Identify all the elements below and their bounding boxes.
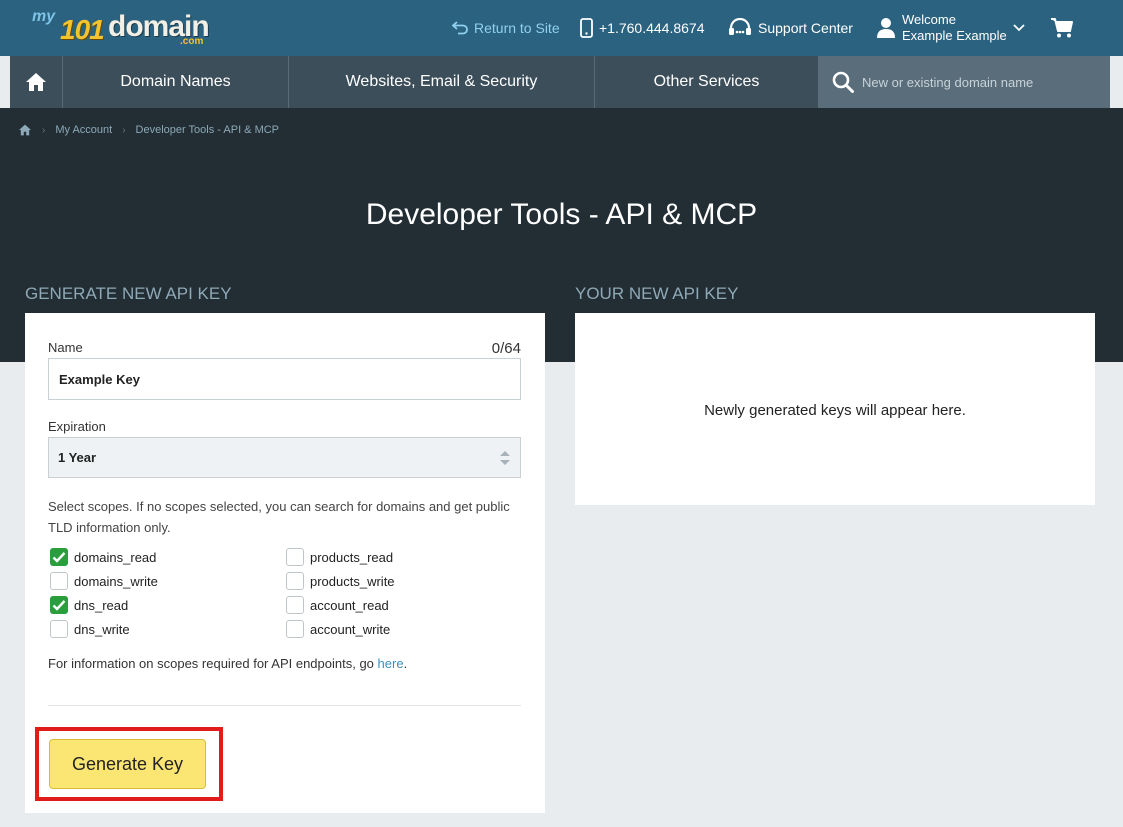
user-name: Example Example	[902, 28, 1007, 43]
return-to-site-label: Return to Site	[474, 20, 560, 36]
checkbox-checked[interactable]	[50, 596, 68, 614]
scopes-description: Select scopes. If no scopes selected, yo…	[48, 499, 510, 535]
cart-icon	[1051, 18, 1073, 38]
breadcrumb-current[interactable]: Developer Tools - API & MCP	[136, 124, 279, 136]
expiration-value: 1 Year	[58, 450, 97, 465]
nav-domain-names[interactable]: Domain Names	[63, 56, 289, 108]
checkbox[interactable]	[286, 596, 304, 614]
check-icon	[52, 600, 66, 611]
scope-label: account_read	[310, 597, 389, 613]
scope-label: account_write	[310, 621, 391, 637]
nav-other-services[interactable]: Other Services	[595, 56, 818, 108]
my101domain-logo[interactable]: my 101 domain .com	[30, 8, 215, 47]
domain-search-input[interactable]	[862, 74, 1092, 90]
check-icon	[52, 552, 66, 563]
empty-keys-message: Newly generated keys will appear here.	[704, 402, 966, 419]
phone-number: +1.760.444.8674	[599, 20, 705, 36]
name-input[interactable]: Example Key	[48, 358, 521, 400]
name-label: Name	[48, 340, 83, 355]
phone-icon	[580, 18, 593, 38]
home-icon[interactable]	[18, 124, 32, 136]
logo-my: my	[32, 8, 56, 25]
checkbox[interactable]	[50, 620, 68, 638]
scope-label: dns_write	[74, 621, 130, 637]
return-arrow-icon	[452, 21, 468, 35]
expiration-label: Expiration	[48, 419, 106, 434]
scope-domains-read[interactable]: domains_read	[50, 548, 156, 566]
cart-button[interactable]	[1050, 0, 1080, 56]
support-center-link[interactable]: Support Center	[728, 0, 853, 56]
new-key-heading: YOUR NEW API KEY	[575, 284, 739, 303]
checkbox[interactable]	[286, 548, 304, 566]
scope-dns-read[interactable]: dns_read	[50, 596, 128, 614]
domain-search	[818, 56, 1110, 108]
scope-products-read[interactable]: products_read	[286, 548, 393, 566]
scope-label: dns_read	[74, 597, 129, 613]
search-icon[interactable]	[832, 71, 854, 93]
main-nav: Domain Names Websites, Email & Security …	[10, 56, 1110, 108]
scope-label: domains_read	[74, 549, 157, 565]
name-char-counter: 0/64	[491, 340, 521, 357]
expiration-select[interactable]: 1 Year	[48, 437, 521, 478]
welcome-text: Welcome Example Example	[902, 12, 1007, 44]
return-to-site-link[interactable]: Return to Site	[452, 0, 560, 56]
scope-domains-write[interactable]: domains_write	[50, 572, 158, 590]
logo-com: .com	[180, 36, 204, 47]
nav-websites-email-security[interactable]: Websites, Email & Security	[289, 56, 595, 108]
scopes-info-suffix: .	[403, 656, 408, 671]
logo-101: 101	[60, 14, 105, 45]
new-key-panel: Newly generated keys will appear here.	[575, 313, 1095, 505]
highlight-box	[35, 727, 223, 801]
breadcrumb-my-account[interactable]: My Account	[55, 124, 112, 136]
checkbox-checked[interactable]	[50, 548, 68, 566]
select-arrows-icon	[500, 451, 510, 465]
scope-products-write[interactable]: products_write	[286, 572, 395, 590]
scopes-info: For information on scopes required for A…	[48, 656, 407, 671]
divider	[48, 705, 521, 706]
chevron-right-icon: ›	[42, 124, 46, 136]
scope-label: products_write	[310, 573, 395, 589]
phone-link[interactable]: +1.760.444.8674	[580, 0, 705, 56]
user-icon	[877, 18, 895, 38]
home-icon	[26, 73, 46, 91]
support-center-label: Support Center	[758, 20, 853, 36]
scopes-info-text: For information on scopes required for A…	[48, 656, 378, 671]
checkbox[interactable]	[286, 620, 304, 638]
scope-label: products_read	[310, 549, 394, 565]
chevron-down-icon	[1013, 24, 1025, 32]
welcome-line: Welcome	[902, 12, 956, 27]
name-input-value: Example Key	[59, 371, 140, 387]
top-bar: my 101 domain .com Return to Site +1.760…	[0, 0, 1123, 56]
checkbox[interactable]	[50, 572, 68, 590]
breadcrumb: › My Account › Developer Tools - API & M…	[18, 124, 279, 136]
page-title: Developer Tools - API & MCP	[365, 198, 758, 231]
checkbox[interactable]	[286, 572, 304, 590]
chevron-right-icon: ›	[122, 124, 126, 136]
scopes-info-link[interactable]: here	[378, 656, 404, 671]
scope-account-read[interactable]: account_read	[286, 596, 389, 614]
scope-label: domains_write	[74, 573, 158, 589]
scope-dns-write[interactable]: dns_write	[50, 620, 130, 638]
nav-home[interactable]	[10, 56, 63, 108]
generate-key-heading: GENERATE NEW API KEY	[25, 284, 232, 303]
account-menu[interactable]: Welcome Example Example	[876, 0, 1031, 56]
scope-account-write[interactable]: account_write	[286, 620, 390, 638]
headset-icon	[729, 18, 751, 35]
